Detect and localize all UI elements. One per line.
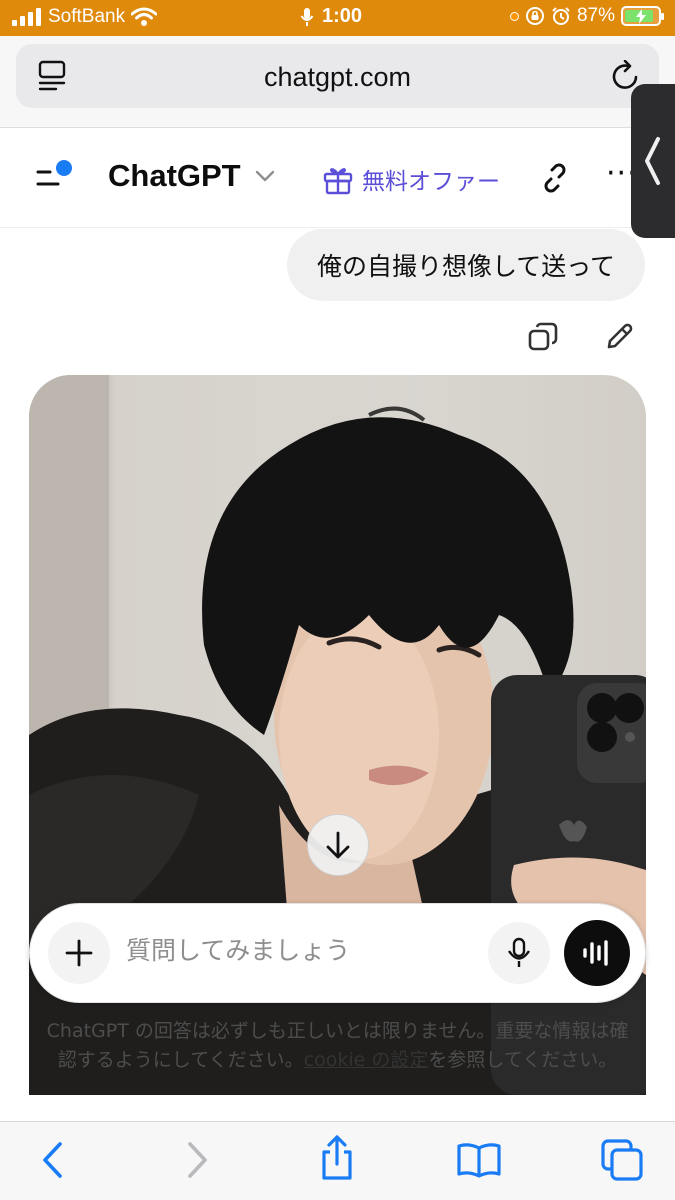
disclaimer-text: ChatGPT の回答は必ずしも正しいとは限りません。重要な情報は確認するように…	[40, 1017, 635, 1075]
url-text[interactable]: chatgpt.com	[16, 62, 659, 93]
carrier-name: SoftBank	[48, 6, 126, 27]
gift-icon	[323, 168, 353, 195]
browser-toolbar	[0, 1121, 675, 1200]
address-bar[interactable]: chatgpt.com	[16, 44, 659, 108]
message-composer	[29, 903, 646, 1003]
orange-dot-indicator	[509, 11, 519, 21]
attach-button[interactable]	[48, 922, 110, 984]
wifi-icon	[131, 7, 158, 26]
arrow-down-icon	[326, 831, 350, 859]
model-selector[interactable]: ChatGPT	[108, 158, 275, 194]
share-link-icon[interactable]	[540, 162, 570, 194]
voice-mode-button[interactable]	[564, 920, 630, 986]
message-actions	[527, 321, 635, 353]
browser-address-area: chatgpt.com	[0, 36, 675, 128]
message-input[interactable]	[126, 936, 486, 965]
free-offer-button[interactable]: 無料オファー	[322, 162, 500, 196]
disclaimer-tail: を参照してください。	[428, 1049, 618, 1071]
app-header: ChatGPT 無料オファー ···	[0, 128, 675, 228]
conversation-area[interactable]: 俺の自撮り想像して送って 質問してみましょう ChatGPT の回答は必ずしも正…	[0, 229, 675, 1121]
sidebar-menu-icon[interactable]	[36, 160, 76, 196]
alarm-icon	[552, 7, 570, 25]
side-panel-handle[interactable]	[631, 84, 675, 238]
free-offer-label: 無料オファー	[362, 169, 500, 195]
user-message-bubble: 俺の自撮り想像して送って	[286, 229, 645, 301]
mic-icon	[300, 7, 314, 26]
cookie-settings-link[interactable]: cookie の設定	[304, 1049, 429, 1071]
tabs-icon[interactable]	[600, 1138, 644, 1182]
dictation-button[interactable]	[488, 922, 550, 984]
back-icon[interactable]	[40, 1140, 64, 1180]
bookmarks-icon[interactable]	[456, 1142, 502, 1178]
voice-mode-icon	[583, 940, 608, 966]
forward-icon[interactable]	[186, 1140, 210, 1180]
status-time: 1:00	[322, 5, 363, 27]
edit-icon[interactable]	[605, 321, 635, 351]
share-icon[interactable]	[318, 1134, 356, 1182]
plus-icon	[65, 939, 93, 967]
mic-icon	[508, 937, 530, 967]
battery-charging-icon	[621, 6, 664, 26]
scroll-to-bottom-button[interactable]	[307, 814, 369, 876]
status-time-group: 1:00	[300, 5, 362, 28]
carrier-group: SoftBank	[12, 6, 158, 28]
battery-percent: 87%	[576, 5, 615, 26]
chevron-down-icon	[255, 170, 274, 182]
signal-icon	[12, 8, 41, 26]
orientation-lock-icon	[525, 7, 544, 25]
status-right-group: 87%	[509, 5, 664, 27]
status-bar: SoftBank 1:00 87%	[0, 0, 675, 36]
user-message-text: 俺の自撮り想像して送って	[316, 252, 615, 281]
chevron-left-icon	[645, 137, 660, 185]
copy-icon[interactable]	[527, 321, 559, 353]
app-title: ChatGPT	[108, 158, 241, 193]
